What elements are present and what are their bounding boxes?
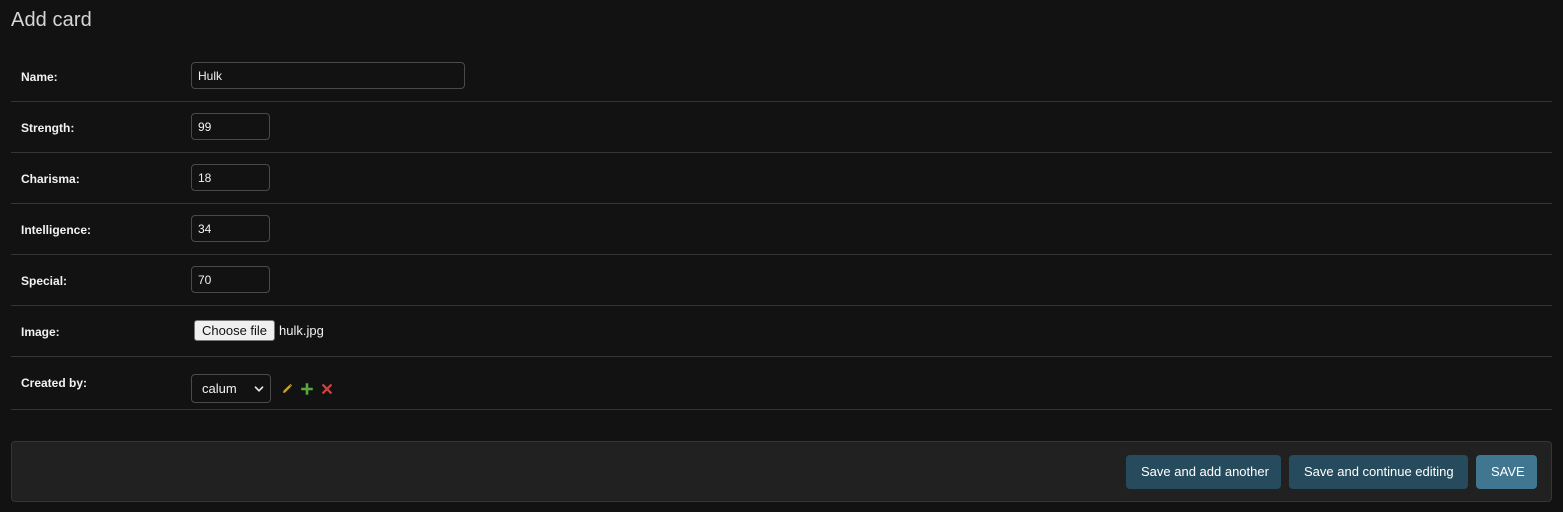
form-row-intelligence: Intelligence: <box>11 204 1552 255</box>
admin-page: Add card Name: Strength: Charisma: Intel… <box>0 0 1563 512</box>
name-input[interactable] <box>191 62 465 89</box>
form-row-created-by: Created by: calum <box>11 357 1552 410</box>
form-row-strength: Strength: <box>11 102 1552 153</box>
created-by-select[interactable]: calum <box>191 374 271 403</box>
chevron-down-icon <box>254 385 264 392</box>
save-button[interactable]: SAVE <box>1476 455 1537 489</box>
created-by-selected-value: calum <box>202 381 237 396</box>
selected-file-name: hulk.jpg <box>279 323 324 338</box>
pencil-icon[interactable] <box>281 383 293 395</box>
delete-icon[interactable] <box>321 383 333 395</box>
intelligence-label: Intelligence: <box>21 223 92 237</box>
form-row-name: Name: <box>11 51 1552 102</box>
strength-label: Strength: <box>21 121 75 135</box>
charisma-input[interactable] <box>191 164 270 191</box>
form-row-special: Special: <box>11 255 1552 306</box>
image-label: Image: <box>21 325 60 339</box>
created-by-label: Created by: <box>21 376 88 390</box>
submit-row: Save and add another Save and continue e… <box>11 441 1552 502</box>
strength-input[interactable] <box>191 113 270 140</box>
plus-icon[interactable] <box>301 382 313 395</box>
save-and-add-another-button[interactable]: Save and add another <box>1126 455 1281 489</box>
special-label: Special: <box>21 274 68 288</box>
image-file-input[interactable]: Choose file hulk.jpg <box>194 320 324 341</box>
form-row-charisma: Charisma: <box>11 153 1552 204</box>
page-title: Add card <box>11 9 92 31</box>
save-and-continue-editing-button[interactable]: Save and continue editing <box>1289 455 1468 489</box>
created-by-widget: calum <box>191 374 333 403</box>
intelligence-input[interactable] <box>191 215 270 242</box>
choose-file-button[interactable]: Choose file <box>194 320 276 341</box>
special-input[interactable] <box>191 266 270 293</box>
form-row-image: Image: Choose file hulk.jpg <box>11 306 1552 357</box>
name-label: Name: <box>21 70 58 84</box>
charisma-label: Charisma: <box>21 172 80 186</box>
card-form: Name: Strength: Charisma: Intelligence: … <box>11 51 1552 410</box>
